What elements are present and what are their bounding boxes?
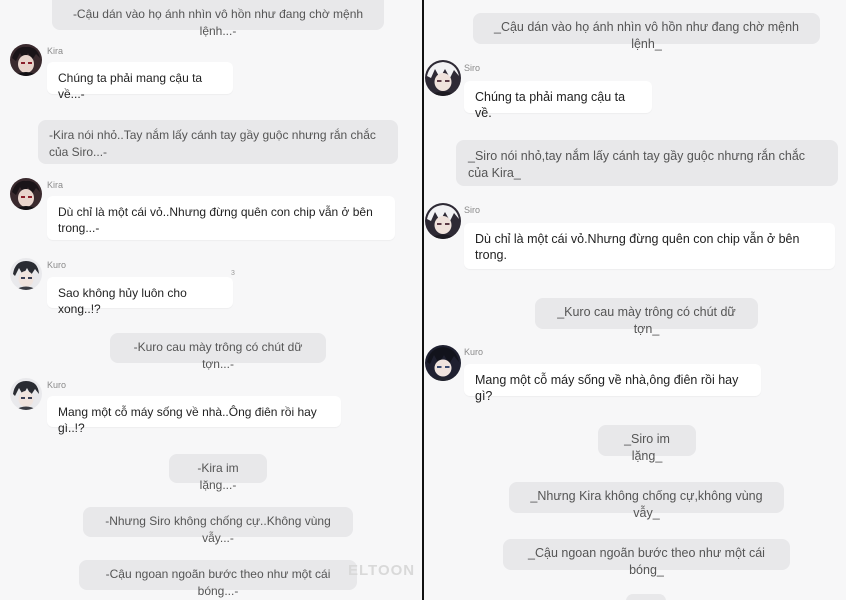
sender-name: Siro <box>464 205 481 215</box>
narration-line: -Kira nói nhỏ..Tay nắm lấy cánh tay gầy … <box>38 120 398 164</box>
narration-line: -Nhưng Siro không chống cự..Không vùng v… <box>83 507 353 545</box>
narration-line: _Siro im lặng_ <box>598 425 696 463</box>
split-comparison-view: -Cậu dán vào họ ánh nhìn vô hồn như đang… <box>0 0 846 600</box>
right-chat-panel: _Cậu dán vào họ ánh nhìn vô hồn như đang… <box>424 0 846 600</box>
sender-name: Kuro <box>464 347 484 357</box>
sender-name: Kuro <box>47 380 67 390</box>
kuro-avatar[interactable] <box>425 345 461 381</box>
watermark-logo: ELTOON <box>348 562 416 579</box>
narration-line: -Kira im lặng...- <box>169 454 267 492</box>
reaction-count-mark: 3 <box>231 270 235 277</box>
kira-avatar[interactable] <box>10 178 42 210</box>
sender-name: Siro <box>464 63 481 73</box>
sender-name: Kira <box>47 46 64 56</box>
left-chat-panel: -Cậu dán vào họ ánh nhìn vô hồn như đang… <box>0 0 422 600</box>
message-bubble: Chúng ta phải mang cậu ta về...- <box>47 62 233 101</box>
sender-name: Kuro <box>47 260 67 270</box>
narration-line: _Cậu ngoan ngoãn bước theo như một cái b… <box>503 539 790 577</box>
narration-line: -Kuro cau mày trông có chút dữ tợn...- <box>110 333 326 371</box>
message-bubble: Dù chỉ là một cái vỏ..Nhưng đừng quên co… <box>47 196 395 240</box>
siro-avatar[interactable] <box>425 203 461 239</box>
narration-line: -Cậu ngoan ngoãn bước theo như một cái b… <box>79 560 357 598</box>
message-bubble: Mang một cỗ máy sống về nhà..Ông điên rồ… <box>47 396 341 435</box>
narration-line-partial <box>626 594 666 600</box>
message-bubble: Dù chỉ là một cái vỏ.Nhưng đừng quên con… <box>464 223 835 269</box>
narration-line: _Nhưng Kira không chống cự,không vùng vẫ… <box>509 482 784 520</box>
sender-name: Kira <box>47 180 64 190</box>
narration-line: _Cậu dán vào họ ánh nhìn vô hồn như đang… <box>473 13 820 51</box>
narration-line: -Cậu dán vào họ ánh nhìn vô hồn như đang… <box>52 0 384 38</box>
siro-avatar[interactable] <box>425 60 461 96</box>
message-bubble: Sao không hủy luôn cho xong..!? <box>47 277 233 316</box>
message-bubble: Mang một cỗ máy sống về nhà,ông điên rồi… <box>464 364 761 403</box>
message-bubble: Chúng ta phải mang cậu ta về. <box>464 81 652 120</box>
kuro-avatar[interactable] <box>10 378 42 410</box>
narration-line: _Kuro cau mày trông có chút dữ tợn_ <box>535 298 758 336</box>
kira-avatar[interactable] <box>10 44 42 76</box>
kuro-avatar[interactable] <box>10 258 42 290</box>
narration-line: _Siro nói nhỏ,tay nắm lấy cánh tay gầy g… <box>456 140 838 186</box>
